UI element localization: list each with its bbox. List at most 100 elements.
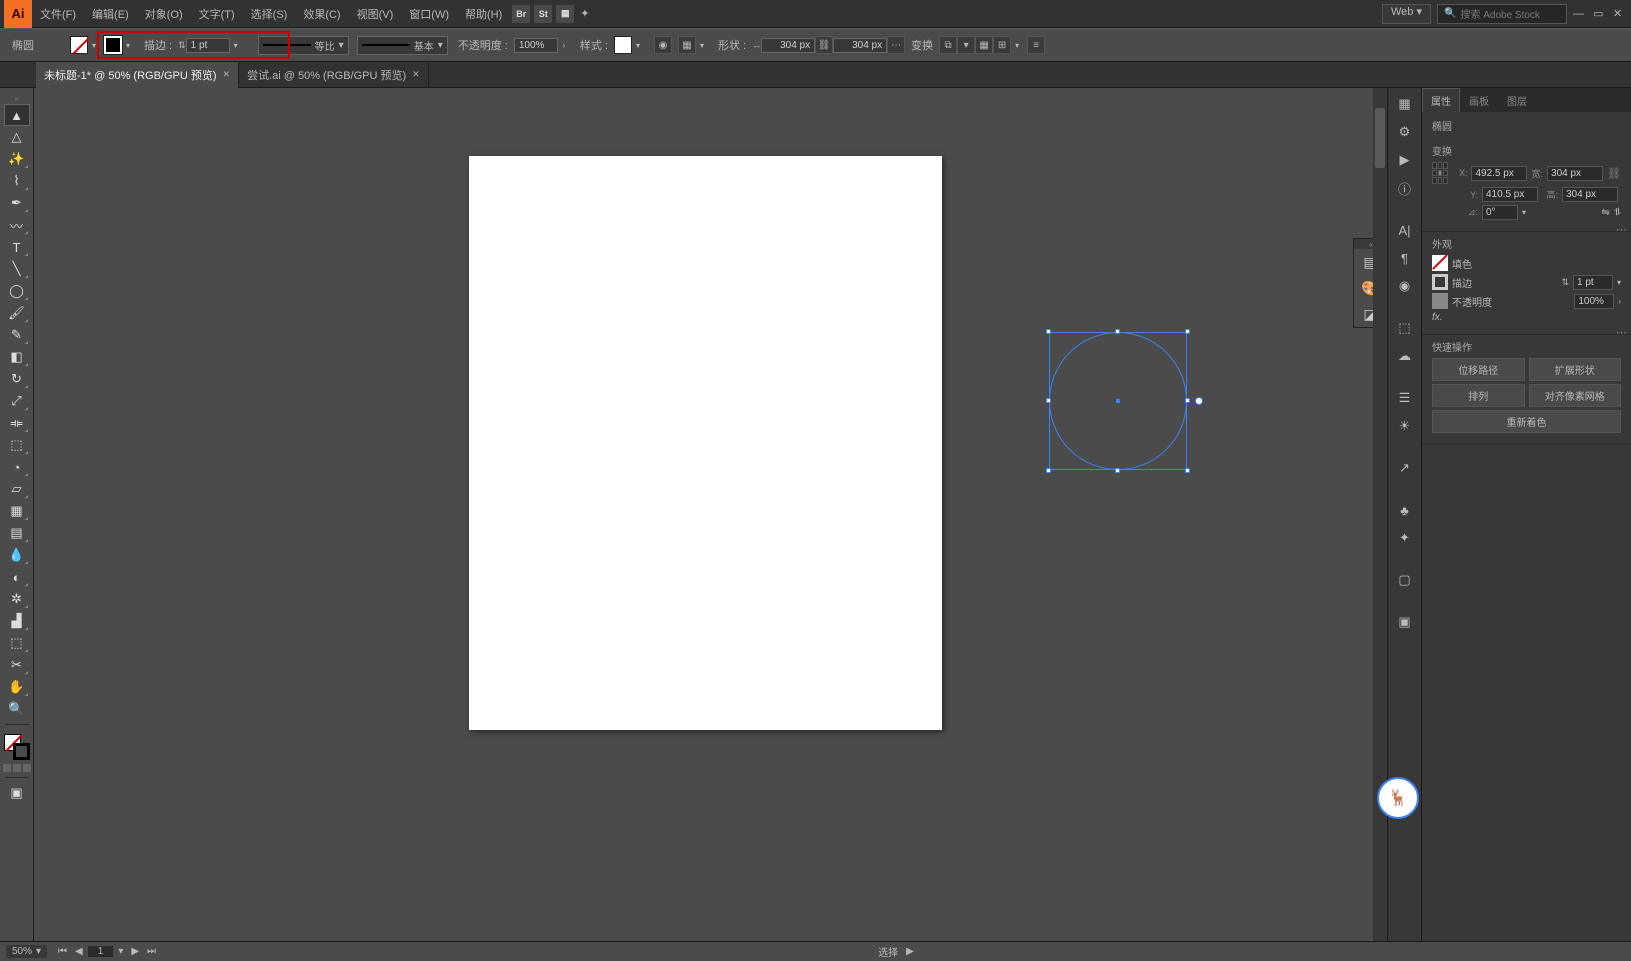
expand-shape-button[interactable]: 扩展形状	[1529, 358, 1622, 381]
expand-icon[interactable]: ▶	[906, 946, 914, 957]
isolate-icon[interactable]: ⧉	[939, 36, 957, 54]
align-pixel-button[interactable]: 对齐像素网格	[1529, 384, 1622, 407]
opacity-value-input[interactable]	[1574, 294, 1614, 309]
paintbrush-tool[interactable]: 🖌	[5, 303, 29, 323]
zoom-select[interactable]: 50%▾	[6, 945, 47, 958]
flip-v-icon[interactable]: ⥮	[1614, 207, 1621, 218]
stroke-label[interactable]: 描边 :	[138, 37, 178, 53]
color-mode-icons[interactable]	[3, 764, 31, 772]
libraries-icon[interactable]: ▦	[1395, 94, 1415, 114]
width-tool[interactable]: ⟚	[5, 413, 29, 433]
transform-label[interactable]: 变换	[905, 37, 939, 53]
artboard[interactable]	[469, 156, 942, 730]
ellipse-tool[interactable]: ◯	[5, 281, 29, 301]
stroke-weight-dd[interactable]: ▾	[230, 36, 242, 54]
stroke-swatch[interactable]	[1432, 274, 1448, 290]
pathfinder-icon[interactable]: ▣	[1395, 612, 1415, 632]
hand-tool[interactable]: ✋	[5, 677, 29, 697]
fill-swatch[interactable]	[1432, 255, 1448, 271]
stroke-icon[interactable]: ☰	[1395, 388, 1415, 408]
fill-stroke-control[interactable]	[4, 734, 30, 760]
more-options-icon[interactable]: ⋯	[1616, 326, 1627, 339]
magic-wand-tool[interactable]: ✨	[5, 149, 29, 169]
menu-effect[interactable]: 效果(C)	[295, 0, 348, 28]
dock-dd[interactable]: ▾	[1011, 36, 1023, 54]
stroke-swatch[interactable]	[104, 36, 122, 54]
fill-swatch[interactable]	[70, 36, 88, 54]
opacity-swatch[interactable]	[1432, 293, 1448, 309]
menu-window[interactable]: 窗口(W)	[401, 0, 457, 28]
symbols-icon[interactable]: ♣	[1395, 500, 1415, 520]
w-input[interactable]	[1547, 166, 1603, 181]
cc-icon[interactable]: ☁	[1395, 346, 1415, 366]
symbol-sprayer-tool[interactable]: ✲	[5, 589, 29, 609]
rotate-tool[interactable]: ↻	[5, 369, 29, 389]
artboard-tool[interactable]: ⬚	[5, 633, 29, 653]
para-icon[interactable]: ¶	[1395, 248, 1415, 268]
tab-other[interactable]: 尝试.ai @ 50% (RGB/GPU 预览)✕	[239, 62, 429, 88]
fill-dd[interactable]: ▾	[88, 36, 100, 54]
shape-builder-tool[interactable]: ◔	[5, 457, 29, 477]
glyphs-icon[interactable]: ◉	[1395, 276, 1415, 296]
brightness-icon[interactable]: ☀	[1395, 416, 1415, 436]
dock-icon2[interactable]: ⊞	[993, 36, 1011, 54]
stock-icon[interactable]: St	[534, 5, 552, 23]
tab-properties[interactable]: 属性	[1422, 88, 1460, 112]
menu-type[interactable]: 文字(T)	[191, 0, 243, 28]
export-icon[interactable]: ↗	[1395, 458, 1415, 478]
scale-tool[interactable]: ⤢	[5, 391, 29, 411]
recolor-icon[interactable]: ◉	[654, 36, 672, 54]
menu-file[interactable]: 文件(F)	[32, 0, 84, 28]
gradient-tool[interactable]: ▤	[5, 523, 29, 543]
shape-height-input[interactable]	[833, 38, 887, 53]
menu-select[interactable]: 选择(S)	[243, 0, 296, 28]
selected-ellipse[interactable]	[1049, 332, 1187, 470]
actions-icon[interactable]: ⚙	[1395, 122, 1415, 142]
align-icon[interactable]: ▦	[678, 36, 696, 54]
link-wh-icon[interactable]: ⛓	[815, 36, 833, 54]
profile-select[interactable]: 等比▾	[258, 36, 349, 55]
type-tool[interactable]: T	[5, 237, 29, 257]
x-input[interactable]	[1471, 166, 1527, 181]
play-icon[interactable]: ▶	[1395, 150, 1415, 170]
direct-selection-tool[interactable]: △	[5, 127, 29, 147]
graph-tool[interactable]: ▟	[5, 611, 29, 631]
align-panel-icon[interactable]: ▢	[1395, 570, 1415, 590]
angle-input[interactable]	[1482, 205, 1518, 220]
style-dd[interactable]: ▾	[632, 36, 644, 54]
dock-icon3[interactable]: ≡	[1027, 36, 1045, 54]
selection-tool[interactable]: ▲	[5, 105, 29, 125]
perspective-tool[interactable]: ▱	[5, 479, 29, 499]
menu-edit[interactable]: 编辑(E)	[84, 0, 137, 28]
pie-widget-icon[interactable]	[1195, 397, 1203, 405]
shape-more-icon[interactable]: ⋯	[887, 36, 905, 54]
lasso-tool[interactable]: ⌇	[5, 171, 29, 191]
eyedropper-tool[interactable]: 💧	[5, 545, 29, 565]
info-icon[interactable]: ⓘ	[1395, 178, 1415, 198]
opacity-dd[interactable]: ›	[558, 36, 570, 54]
curvature-tool[interactable]: 〰	[5, 215, 29, 235]
offset-path-button[interactable]: 位移路径	[1432, 358, 1525, 381]
style-swatch[interactable]	[614, 36, 632, 54]
tab-artboards[interactable]: 画板	[1460, 88, 1498, 112]
arrange-icon[interactable]: ▦	[556, 5, 574, 23]
canvas-area[interactable]: «✕ ▤ 🎨 ◪	[34, 88, 1387, 941]
menu-object[interactable]: 对象(O)	[137, 0, 191, 28]
stroke-weight-input[interactable]	[186, 38, 230, 53]
link-icon[interactable]: ⛓	[1607, 167, 1621, 180]
transform-dd-icon[interactable]: ▾	[957, 36, 975, 54]
brush-select[interactable]: 基本▾	[357, 36, 448, 55]
close-icon[interactable]: ✕	[223, 69, 231, 80]
tab-layers[interactable]: 图层	[1498, 88, 1536, 112]
stroke-dd[interactable]: ▾	[122, 36, 134, 54]
arrange-button[interactable]: 排列	[1432, 384, 1525, 407]
y-input[interactable]	[1482, 187, 1538, 202]
zoom-tool[interactable]: 🔍	[5, 699, 29, 719]
artboard-nav[interactable]: ⏮◀1▾▶⏭	[55, 946, 159, 957]
close-icon[interactable]: ✕	[412, 69, 420, 80]
tab-active[interactable]: 未标题-1* @ 50% (RGB/GPU 预览)✕	[36, 62, 239, 88]
align-dd[interactable]: ▾	[696, 36, 708, 54]
screen-mode-tool[interactable]: ▣	[5, 783, 29, 803]
line-tool[interactable]: ╲	[5, 259, 29, 279]
stroke-weight-input[interactable]	[1573, 275, 1613, 290]
